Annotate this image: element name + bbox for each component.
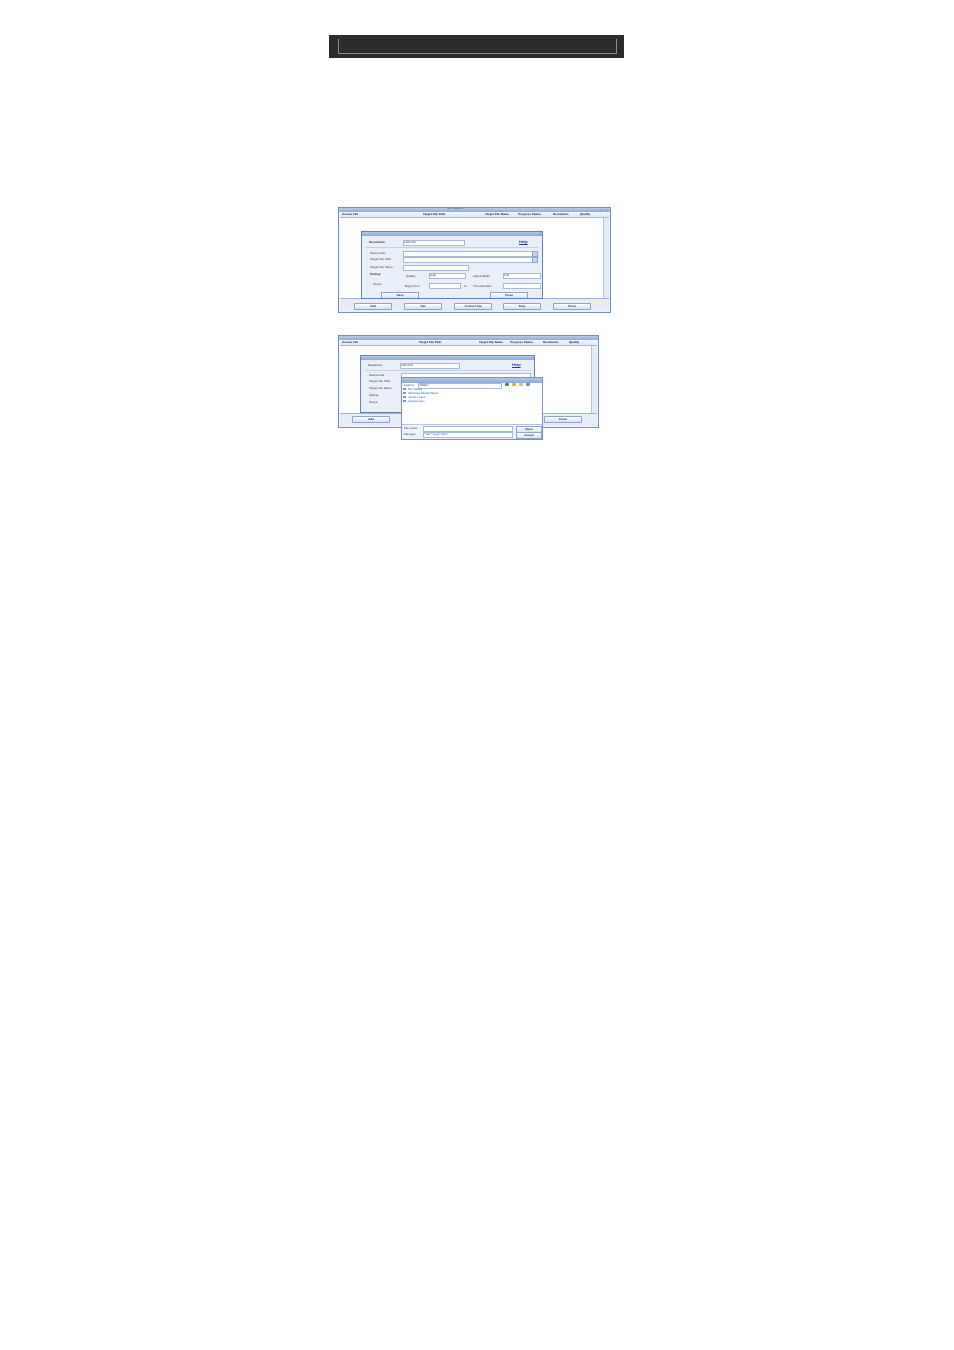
settings-dialog: × Resolution: 128x128 Help Source File: … [361,231,543,299]
setting-label: Setting: [370,272,382,276]
browse-target-button[interactable] [532,257,538,263]
header-inner-frame [338,39,617,54]
vertical-scrollbar[interactable] [591,346,597,414]
setting-label: Setting: [369,393,380,397]
duration-field[interactable] [503,283,541,289]
convert-start-button[interactable]: Convert Sta [454,303,492,310]
target-path-label: Target File Path: [369,379,391,383]
scope-checkbox[interactable]: Scope [369,400,378,404]
quality-select[interactable]: High [429,273,466,279]
file-type-select[interactable]: *.avi;*.mpg;*.wmv [423,432,513,438]
resolution-select[interactable]: 128x128 [403,240,465,246]
column-header[interactable]: Quality [569,340,579,345]
separator [366,247,538,248]
add-button[interactable]: Add [352,416,390,423]
up-folder-icon[interactable] [512,383,516,386]
begin-from-label: Begin from [405,284,420,288]
help-link[interactable]: Help [512,362,521,367]
file-dialog-footer: File name: Open File type: *.avi;*.mpg;*… [402,424,542,439]
list-item[interactable]: sample.wmv [403,400,425,403]
dialog-close-button[interactable]: Close [490,292,528,298]
begin-time-field[interactable] [429,283,461,289]
target-name-label: Target File Name: [370,265,394,269]
resolution-select[interactable]: 128x128 [400,363,460,369]
close-icon[interactable]: × [539,232,541,236]
help-link[interactable]: Help [519,239,528,244]
column-header[interactable]: Source File [342,340,358,345]
separator [365,370,530,371]
scope-checkbox[interactable]: Scope [373,282,382,286]
view-menu-icon[interactable] [526,383,530,386]
bottom-button-bar: Add Del Convert Sta Stop Close [340,298,609,311]
resolution-label: Resolution: [369,240,386,244]
target-name-field[interactable] [403,265,469,271]
add-button[interactable]: Add [354,303,392,310]
source-file-label: Source File: [369,373,386,377]
delete-button[interactable]: Del [404,303,442,310]
page-header-bar [329,35,624,58]
file-name-label: File name: [404,426,419,430]
close-button[interactable]: Close [544,416,582,423]
to-label: to [464,284,467,288]
column-header[interactable]: Resolution [543,340,559,345]
look-in-select[interactable]: VIDEO [418,383,502,389]
folder-icon [403,392,406,395]
column-header[interactable]: Source File [342,212,358,217]
close-button[interactable]: Close [553,303,591,310]
column-header[interactable]: Quality [580,212,590,217]
target-path-label: Target File Path: [370,257,392,261]
column-header[interactable]: Resolution [553,212,569,217]
stop-button[interactable]: Stop [503,303,541,310]
resolution-label: Resolution: [368,363,384,367]
aspect-ratio-label: Aspect Ratio [473,274,491,278]
video-file-icon [403,400,406,403]
column-header[interactable]: Target File Name [479,340,503,345]
cancel-button[interactable]: Cancel [516,432,542,439]
open-file-dialog: Look in: VIDEO My Videos Windows Media P… [401,377,543,440]
column-header[interactable]: Progress Status [510,340,533,345]
dialog-title-bar: × [362,232,542,236]
quality-label: Quality [406,274,416,278]
source-file-label: Source File: [370,251,387,255]
target-name-label: Target File Name: [369,386,393,390]
folder-icon [403,388,406,391]
column-header[interactable]: Target File Path [423,212,445,217]
column-header[interactable]: Target File Path [419,340,441,345]
video-file-icon [403,396,406,399]
save-button[interactable]: Save [381,292,419,298]
vertical-scrollbar[interactable] [603,218,609,298]
aspect-ratio-select[interactable]: Full [503,273,541,279]
column-header[interactable]: Target File Name [485,212,509,217]
window-title: AMV Converter 4.0 [447,208,465,210]
file-type-label: File type: [404,432,417,436]
dialog-title-bar [361,356,534,360]
back-icon[interactable] [505,383,509,386]
time-duration-label: Time Duration [473,284,492,288]
new-folder-icon[interactable] [519,383,523,386]
column-header[interactable]: Progress Status [518,212,541,217]
converter-window-1: AMV Converter 4.0 - □ × Source File Targ… [338,207,611,313]
target-path-field[interactable] [403,257,533,263]
